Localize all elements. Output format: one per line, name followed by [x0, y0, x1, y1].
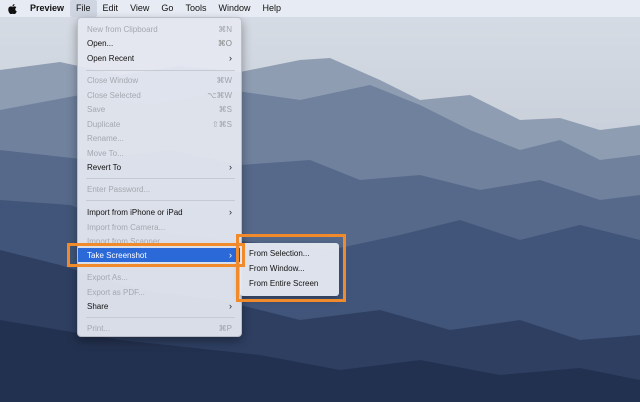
menu-item-enter-password[interactable]: Enter Password...	[78, 182, 241, 196]
menubar-edit[interactable]: Edit	[97, 0, 125, 17]
chevron-right-icon: ›	[229, 53, 232, 63]
menubar-file[interactable]: File	[70, 0, 97, 17]
menu-item-open-recent[interactable]: Open Recent ›	[78, 51, 241, 65]
menu-item-import-from-camera[interactable]: Import from Camera...	[78, 220, 241, 234]
file-menu: New from Clipboard ⌘N Open... ⌘O Open Re…	[77, 17, 242, 337]
menu-item-close-window[interactable]: Close Window ⌘W	[78, 73, 241, 87]
menu-item-move-to[interactable]: Move To...	[78, 146, 241, 160]
menu-bar: Preview File Edit View Go Tools Window H…	[0, 0, 640, 17]
menu-item-rename[interactable]: Rename...	[78, 131, 241, 145]
menubar-preview[interactable]: Preview	[24, 0, 70, 17]
menu-item-save[interactable]: Save ⌘S	[78, 102, 241, 116]
menu-item-import-from-iphone[interactable]: Import from iPhone or iPad ›	[78, 205, 241, 219]
menubar-window[interactable]: Window	[212, 0, 256, 17]
menu-separator	[86, 178, 235, 179]
menu-item-open[interactable]: Open... ⌘O	[78, 36, 241, 50]
highlight-box-submenu	[236, 234, 346, 302]
apple-logo-icon[interactable]	[0, 0, 24, 17]
chevron-right-icon: ›	[229, 301, 232, 311]
menubar-tools[interactable]: Tools	[179, 0, 212, 17]
menu-item-new-from-clipboard[interactable]: New from Clipboard ⌘N	[78, 22, 241, 36]
menu-separator	[86, 200, 235, 201]
menu-item-close-selected[interactable]: Close Selected ⌥⌘W	[78, 88, 241, 102]
menubar-go[interactable]: Go	[155, 0, 179, 17]
menu-item-duplicate[interactable]: Duplicate ⇧⌘S	[78, 117, 241, 131]
menu-item-export-as-pdf[interactable]: Export as PDF...	[78, 285, 241, 299]
menu-item-print[interactable]: Print... ⌘P	[78, 321, 241, 335]
menu-item-revert-to[interactable]: Revert To ›	[78, 160, 241, 174]
menu-item-export-as[interactable]: Export As...	[78, 270, 241, 284]
menu-separator	[86, 317, 235, 318]
menu-separator	[86, 70, 235, 71]
menu-item-share[interactable]: Share ›	[78, 299, 241, 313]
chevron-right-icon: ›	[229, 162, 232, 172]
highlight-box-take-screenshot	[67, 243, 245, 267]
menubar-help[interactable]: Help	[256, 0, 287, 17]
chevron-right-icon: ›	[229, 207, 232, 217]
menubar-view[interactable]: View	[124, 0, 155, 17]
